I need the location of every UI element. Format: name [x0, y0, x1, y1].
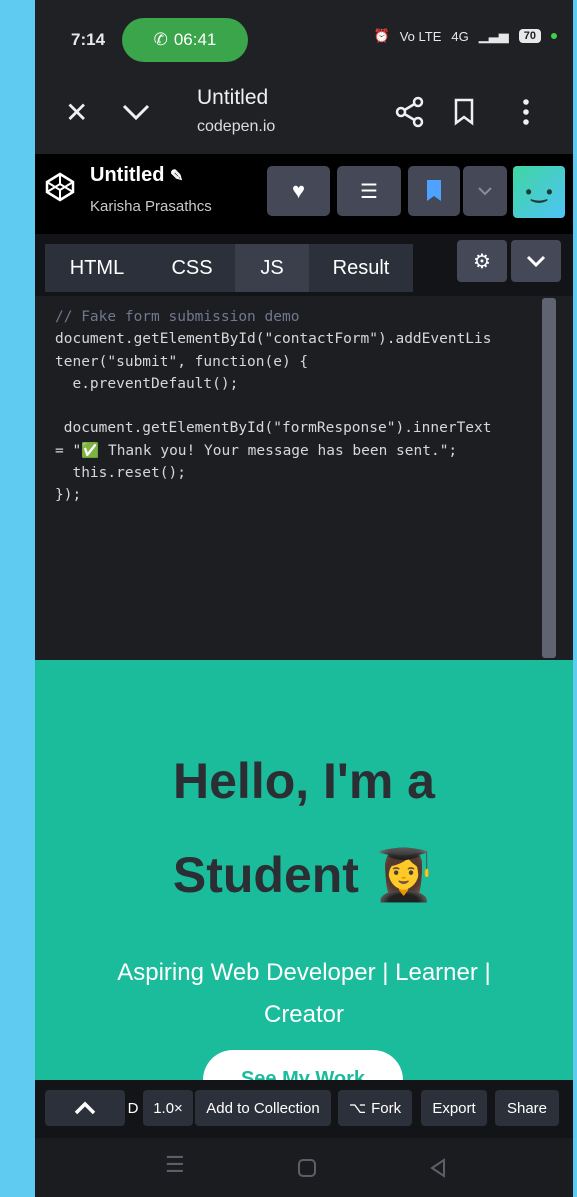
share-icon[interactable] — [395, 96, 425, 135]
code-content[interactable]: // Fake form submission demo document.ge… — [55, 306, 492, 507]
phone-screen: 7:14 ✆ 06:41 ⏰ Vo LTE 4G ▁▃▅ 70 ✕ Untitl… — [35, 0, 573, 1197]
bookmark-icon[interactable] — [453, 98, 475, 133]
privacy-dot — [551, 33, 557, 39]
hero-subtitle: Aspiring Web Developer | Learner | Creat… — [117, 959, 491, 1028]
codepen-header: Untitled ✎ Karisha Prasathcs ♥ ☰ •‿• — [35, 154, 573, 234]
fork-button[interactable]: ⌥ Fork — [338, 1090, 412, 1126]
footer-d-label[interactable]: D — [123, 1090, 143, 1126]
expand-footer-button[interactable] — [45, 1090, 125, 1126]
tab-html[interactable]: HTML — [45, 244, 149, 292]
fork-icon: ⌥ — [348, 1100, 367, 1117]
code-line: e.preventDefault(); — [55, 375, 239, 392]
codepen-logo-icon[interactable] — [45, 172, 75, 207]
bookmark-pen-button[interactable] — [408, 166, 460, 216]
battery-badge: 70 — [518, 29, 541, 43]
tab-result[interactable]: Result — [309, 244, 413, 292]
call-timer: 06:41 — [173, 30, 217, 49]
alarm-icon: ⏰ — [373, 28, 390, 43]
tab-css[interactable]: CSS — [149, 244, 235, 292]
code-line: tener("submit", function(e) { — [55, 353, 309, 370]
close-icon[interactable]: ✕ — [65, 96, 88, 129]
browser-bar: ✕ Untitled codepen.io — [35, 80, 573, 154]
layout-button[interactable]: ☰ — [337, 166, 401, 216]
editor-settings-button[interactable]: ⚙ — [457, 240, 507, 282]
add-to-collection-button[interactable]: Add to Collection — [195, 1090, 331, 1126]
browser-url: codepen.io — [197, 118, 276, 135]
code-line: }); — [55, 487, 82, 504]
status-icons: ⏰ Vo LTE 4G ▁▃▅ 70 — [374, 28, 557, 44]
ongoing-call-pill[interactable]: ✆ 06:41 — [122, 18, 248, 62]
code-line: // Fake form submission demo — [55, 309, 300, 325]
signal-label: 4G — [451, 28, 469, 44]
bookmark-menu-button[interactable] — [463, 166, 507, 216]
export-button[interactable]: Export — [421, 1090, 487, 1126]
fork-label: Fork — [371, 1099, 402, 1117]
user-avatar[interactable]: •‿• — [513, 166, 565, 218]
hero-heading-line2: Student 👩‍🎓 — [172, 847, 436, 903]
layout-icon: ☰ — [360, 180, 378, 203]
chevron-down-icon — [526, 255, 546, 268]
see-my-work-button[interactable]: See My Work — [203, 1050, 403, 1080]
pen-title-text: Untitled — [90, 164, 165, 186]
like-button[interactable]: ♥ — [267, 166, 330, 216]
chevron-up-icon — [74, 1101, 96, 1115]
more-vert-icon[interactable] — [521, 98, 531, 133]
bookmark-filled-icon — [427, 180, 441, 201]
back-icon[interactable] — [429, 1158, 447, 1184]
status-time: 7:14 — [71, 30, 106, 49]
code-line: = "✅ Thank you! Your message has been se… — [55, 442, 458, 459]
phone-icon: ✆ — [153, 30, 168, 49]
code-line: document.getElementById("formResponse").… — [55, 420, 492, 437]
gear-icon: ⚙ — [473, 250, 491, 273]
tab-js[interactable]: JS — [235, 244, 309, 292]
volte-label: Vo LTE — [399, 28, 442, 44]
chevron-down-icon — [478, 187, 492, 196]
home-icon[interactable] — [297, 1158, 317, 1184]
editor-tabs-row: HTML CSS JS Result ⚙ — [35, 234, 573, 296]
browser-page-title: Untitled — [197, 86, 269, 109]
js-code-editor[interactable]: // Fake form submission demo document.ge… — [35, 296, 573, 660]
result-preview: Hello, I'm a Student 👩‍🎓 Aspiring Web De… — [35, 660, 573, 1080]
status-bar: 7:14 ✆ 06:41 ⏰ Vo LTE 4G ▁▃▅ 70 — [35, 0, 573, 80]
pen-footer-toolbar: D 1.0× Add to Collection ⌥ Fork Export S… — [35, 1080, 573, 1138]
heart-icon: ♥ — [291, 178, 306, 203]
editor-scrollbar[interactable] — [542, 298, 556, 658]
editor-tabs: HTML CSS JS Result — [45, 244, 413, 292]
chevron-down-icon[interactable] — [121, 98, 151, 131]
code-line: this.reset(); — [55, 465, 186, 482]
recents-icon[interactable]: ☰ — [165, 1152, 185, 1178]
pen-title[interactable]: Untitled ✎ — [90, 164, 183, 187]
share-button[interactable]: Share — [495, 1090, 559, 1126]
signal-icon: ▁▃▅ — [478, 28, 509, 43]
editor-collapse-button[interactable] — [511, 240, 561, 282]
hero-heading-line1: Hello, I'm a — [173, 753, 435, 809]
zoom-button[interactable]: 1.0× — [143, 1090, 193, 1126]
pen-author[interactable]: Karisha Prasathcs — [90, 198, 212, 215]
pencil-icon[interactable]: ✎ — [170, 168, 183, 185]
code-line: document.getElementById("contactForm").a… — [55, 331, 492, 348]
smiley-icon: •‿• — [525, 181, 553, 202]
android-nav-bar: ☰ — [35, 1138, 573, 1197]
